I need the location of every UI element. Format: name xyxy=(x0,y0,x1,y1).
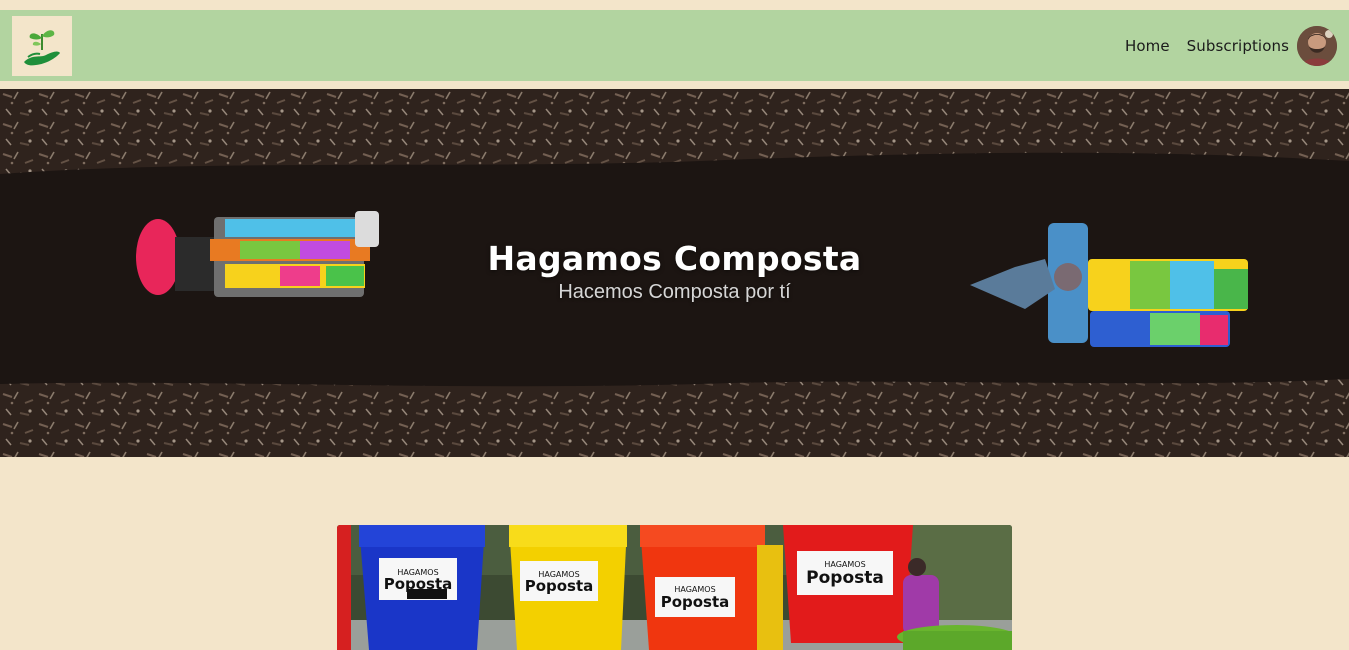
nav-links: Home Subscriptions xyxy=(1125,25,1337,66)
logo[interactable] xyxy=(12,15,72,76)
hero-banner: Hagamos Composta Hacemos Composta por tí xyxy=(0,89,1349,457)
navbar: Home Subscriptions xyxy=(0,10,1349,81)
top-strip xyxy=(0,0,1349,10)
nav-link-home[interactable]: Home xyxy=(1125,37,1170,55)
nav-link-subscriptions[interactable]: Subscriptions xyxy=(1187,37,1289,55)
svg-text:Poposta: Poposta xyxy=(661,593,730,611)
sprout-in-hand-icon xyxy=(24,29,60,65)
hero-text: Hagamos Composta Hacemos Composta por tí xyxy=(0,239,1349,304)
user-avatar[interactable] xyxy=(1297,25,1337,66)
svg-text:Poposta: Poposta xyxy=(806,568,884,588)
hero-title: Hagamos Composta xyxy=(487,239,862,278)
svg-text:Poposta: Poposta xyxy=(525,577,594,595)
compost-buckets-image: HAGAMOS Poposta HAGAMOS Poposta HAGAMOS … xyxy=(337,525,1012,650)
buckets-photo: HAGAMOS Poposta HAGAMOS Poposta HAGAMOS … xyxy=(337,525,1012,650)
hero-subtitle: Hacemos Composta por tí xyxy=(558,281,791,303)
